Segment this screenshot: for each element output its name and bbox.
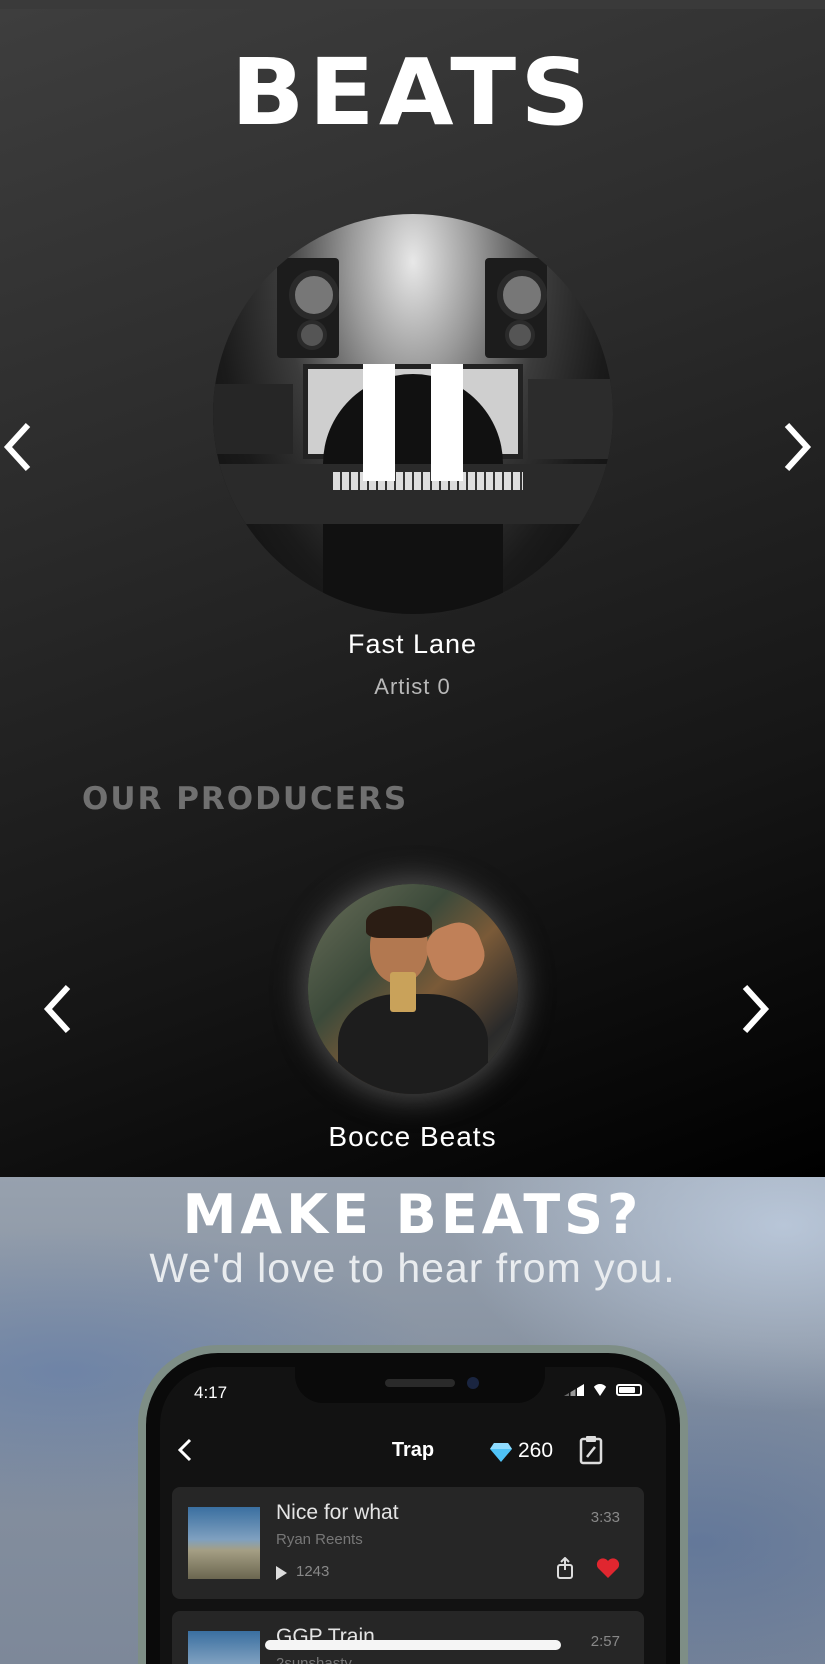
track-title: Nice for what bbox=[276, 1501, 399, 1524]
track-thumbnail bbox=[188, 1631, 260, 1664]
top-strip bbox=[0, 0, 825, 9]
track-artist: 2sunshasty bbox=[276, 1655, 352, 1664]
producer-name: Bocce Beats bbox=[328, 1121, 497, 1152]
track-duration: 2:57 bbox=[590, 1633, 620, 1650]
track-artist: Ryan Reents bbox=[276, 1531, 363, 1548]
track-thumbnail bbox=[188, 1507, 260, 1579]
page-title: BEATS bbox=[230, 39, 595, 146]
track-row[interactable]: Nice for what Ryan Reents 1243 3:33 bbox=[172, 1487, 644, 1599]
contact-heading: MAKE BEATS? bbox=[182, 1183, 643, 1246]
chevron-left-icon bbox=[3, 422, 31, 472]
beats-next-button[interactable] bbox=[775, 417, 815, 477]
chevron-right-icon bbox=[784, 422, 812, 472]
producer-avatar[interactable] bbox=[308, 884, 518, 1094]
share-icon[interactable] bbox=[556, 1557, 574, 1579]
phone-mockup: 4:17 Trap 260 Nice for what Ryan Reents … bbox=[138, 1345, 688, 1664]
track-duration: 3:33 bbox=[590, 1509, 620, 1526]
gem-icon bbox=[490, 1443, 512, 1462]
heart-icon[interactable] bbox=[596, 1557, 620, 1579]
producers-next-button[interactable] bbox=[735, 979, 775, 1039]
clipboard-icon[interactable] bbox=[578, 1435, 604, 1465]
app-header: Trap 260 bbox=[160, 1429, 666, 1475]
track-plays: 1243 bbox=[296, 1563, 330, 1580]
pause-button[interactable] bbox=[363, 364, 463, 481]
chevron-left-icon bbox=[43, 984, 71, 1034]
contact-section: MAKE BEATS? We'd love to hear from you. … bbox=[0, 1177, 825, 1664]
beats-section: BEATS Fast Lane Artist 0 OUR PRODUCERS B… bbox=[0, 9, 825, 1177]
battery-icon bbox=[616, 1384, 642, 1396]
contact-subheading: We'd love to hear from you. bbox=[149, 1245, 676, 1291]
signal-icon bbox=[564, 1384, 584, 1396]
beats-prev-button[interactable] bbox=[0, 417, 40, 477]
chevron-right-icon bbox=[742, 984, 770, 1034]
track-row[interactable]: GGP Train 2sunshasty 2:57 bbox=[172, 1611, 644, 1664]
phone-notch bbox=[295, 1367, 545, 1403]
pause-icon bbox=[363, 364, 395, 481]
wifi-icon bbox=[592, 1384, 608, 1396]
gem-count: 260 bbox=[518, 1439, 554, 1462]
status-time: 4:17 bbox=[194, 1383, 228, 1402]
producers-prev-button[interactable] bbox=[38, 979, 78, 1039]
beat-artist: Artist 0 bbox=[374, 674, 451, 699]
producers-heading: OUR PRODUCERS bbox=[82, 781, 409, 817]
play-icon[interactable] bbox=[276, 1566, 287, 1580]
beat-title: Fast Lane bbox=[347, 629, 478, 659]
phone-screen: 4:17 Trap 260 Nice for what Ryan Reents … bbox=[160, 1367, 666, 1664]
home-indicator bbox=[265, 1640, 561, 1650]
status-icons bbox=[564, 1384, 642, 1396]
